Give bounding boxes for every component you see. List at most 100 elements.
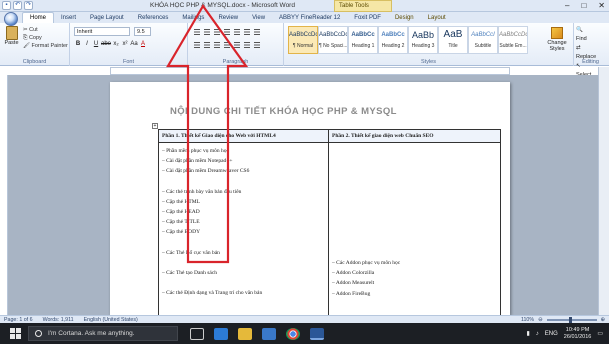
font-color-button[interactable]: A: [139, 40, 147, 49]
tab-insert[interactable]: Insert: [54, 13, 83, 23]
find-button[interactable]: 🔍 Find: [576, 26, 596, 44]
zoom-out-icon[interactable]: ⊖: [538, 317, 542, 323]
format-painter-button[interactable]: 🖌 Format Painter: [23, 42, 68, 50]
underline-button[interactable]: U: [92, 40, 100, 49]
style-normal[interactable]: AaBbCcDc ¶ Normal: [288, 26, 318, 54]
list-item: – Addon Colorzilla: [332, 270, 375, 277]
network-icon[interactable]: ▮: [526, 330, 529, 337]
sort-icon[interactable]: [242, 27, 250, 36]
italic-button[interactable]: I: [83, 40, 91, 49]
change-styles-button[interactable]: Change Styles: [545, 27, 569, 52]
tab-page-layout[interactable]: Page Layout: [83, 13, 131, 23]
align-center-icon[interactable]: [202, 40, 210, 49]
table-header-cell[interactable]: Phần 1. Thiết kế Giao diện cho Web với H…: [158, 129, 329, 143]
tab-mailings[interactable]: Mailings: [175, 13, 211, 23]
bold-button[interactable]: B: [74, 40, 82, 49]
shading-icon[interactable]: [242, 40, 250, 49]
table-header-cell[interactable]: Phần 2. Thiết kế giao diện web Chuẩn SEO: [328, 129, 501, 143]
document-page[interactable]: NỘI DUNG CHI TIẾT KHÓA HỌC PHP & MYSQL +…: [110, 82, 510, 327]
show-marks-icon[interactable]: [252, 27, 260, 36]
minimize-button[interactable]: –: [565, 1, 569, 10]
subscript-button[interactable]: x₂: [112, 40, 120, 49]
notifications-icon[interactable]: ▭: [597, 330, 603, 337]
redo-icon[interactable]: ↷: [24, 1, 33, 10]
course-table: Phần 1. Thiết kế Giao diện cho Web với H…: [158, 129, 501, 327]
list-item: – Phần mềm phục vụ môn học: [162, 148, 229, 154]
zoom-in-icon[interactable]: ⊕: [601, 317, 605, 323]
font-name-box[interactable]: Inherit: [74, 27, 130, 36]
list-item: – Các Thẻ tạo Danh sách: [162, 269, 218, 276]
chrome-icon[interactable]: [286, 327, 300, 340]
tab-references[interactable]: References: [131, 13, 176, 23]
font-label: Font: [122, 59, 134, 65]
file-explorer-icon[interactable]: [238, 327, 252, 340]
table-cell-part2[interactable]: – Các Addon phục vụ môn học – Addon Colo…: [328, 142, 501, 327]
style-no-spacing[interactable]: AaBbCcDc ¶ No Spaci...: [318, 26, 348, 54]
line-spacing-icon[interactable]: [232, 40, 240, 49]
align-right-icon[interactable]: [212, 40, 220, 49]
tab-design[interactable]: Design: [388, 13, 421, 23]
tab-layout[interactable]: Layout: [421, 13, 453, 23]
borders-icon[interactable]: [252, 40, 260, 49]
cut-button[interactable]: ✂ Cut: [23, 26, 68, 34]
paste-icon: [5, 26, 18, 40]
vertical-scrollbar[interactable]: [598, 67, 609, 315]
language-indicator[interactable]: English (United States): [84, 317, 138, 323]
table-cell-part1[interactable]: – Phần mềm phục vụ môn học – Cài đặt phầ…: [158, 142, 329, 327]
font-group: Inherit 9.5 B I U abe x₂ x² Aa A Font: [70, 23, 188, 66]
list-item: – Các Addon phục vụ môn học: [332, 260, 401, 266]
strikethrough-button[interactable]: abe: [101, 40, 111, 49]
status-bar: Page: 1 of 6 Words: 1,911 English (Unite…: [0, 315, 609, 323]
copy-button[interactable]: ⎘ Copy: [23, 34, 68, 42]
font-size-box[interactable]: 9.5: [134, 27, 151, 36]
list-item: – Addon Measurelt: [332, 280, 375, 287]
zoom-slider[interactable]: [546, 316, 597, 323]
style-subtle-emphasis[interactable]: AaBbCcDc Subtle Em...: [498, 26, 528, 54]
style-title[interactable]: AaB Title: [438, 26, 468, 54]
superscript-button[interactable]: x²: [121, 40, 129, 49]
word-count[interactable]: Words: 1,911: [43, 317, 74, 323]
zoom-level[interactable]: 110%: [521, 317, 534, 323]
paragraph-label: Paragraph: [222, 59, 249, 65]
justify-icon[interactable]: [222, 40, 230, 49]
taskbar: I'm Cortana. Ask me anything. ▮ ♪ ENG 10…: [0, 323, 609, 344]
numbering-icon[interactable]: [202, 27, 210, 36]
clipboard-group: Paste ✂ Cut ⎘ Copy 🖌 Format Painter Clip…: [0, 23, 70, 66]
edge-icon[interactable]: [214, 327, 228, 340]
decrease-indent-icon[interactable]: [222, 27, 230, 36]
align-left-icon[interactable]: [192, 40, 200, 49]
style-heading-2[interactable]: AaBbCc Heading 2: [378, 26, 408, 54]
tab-view[interactable]: View: [245, 13, 272, 23]
tab-abbyy[interactable]: ABBYY FineReader 12: [272, 13, 347, 23]
vertical-ruler[interactable]: [0, 75, 8, 315]
increase-indent-icon[interactable]: [232, 27, 240, 36]
horizontal-ruler[interactable]: [110, 67, 510, 75]
clock[interactable]: 10:49 PM 26/01/2016: [564, 327, 592, 341]
change-case-button[interactable]: Aa: [130, 40, 138, 49]
store-icon[interactable]: [262, 327, 276, 340]
styles-label: Styles: [421, 59, 436, 65]
tab-foxit-pdf[interactable]: Foxit PDF: [347, 13, 388, 23]
save-icon[interactable]: ▪: [2, 1, 11, 10]
change-styles-icon: [551, 27, 563, 39]
tab-home[interactable]: Home: [22, 12, 55, 23]
office-button[interactable]: [4, 12, 18, 26]
task-view-icon[interactable]: [190, 327, 204, 340]
language-indicator-taskbar[interactable]: ENG: [545, 331, 558, 337]
maximize-button[interactable]: □: [581, 1, 586, 10]
volume-icon[interactable]: ♪: [536, 331, 539, 337]
style-heading-1[interactable]: AaBbCc Heading 1: [348, 26, 378, 54]
style-subtitle[interactable]: AaBbCcI Subtitle: [468, 26, 498, 54]
cortana-search[interactable]: I'm Cortana. Ask me anything.: [28, 326, 178, 341]
windows-start-icon[interactable]: [10, 327, 22, 340]
multilevel-list-icon[interactable]: [212, 27, 220, 36]
ribbon-tabs: Home Insert Page Layout References Maili…: [0, 12, 609, 23]
bullets-icon[interactable]: [192, 27, 200, 36]
undo-icon[interactable]: ↶: [13, 1, 22, 10]
page-count[interactable]: Page: 1 of 6: [4, 317, 33, 323]
paste-button[interactable]: Paste: [3, 26, 20, 52]
style-heading-3[interactable]: AaBb Heading 3: [408, 26, 438, 54]
close-button[interactable]: ✕: [598, 1, 605, 10]
word-icon[interactable]: [310, 327, 324, 340]
tab-review[interactable]: Review: [211, 13, 245, 23]
